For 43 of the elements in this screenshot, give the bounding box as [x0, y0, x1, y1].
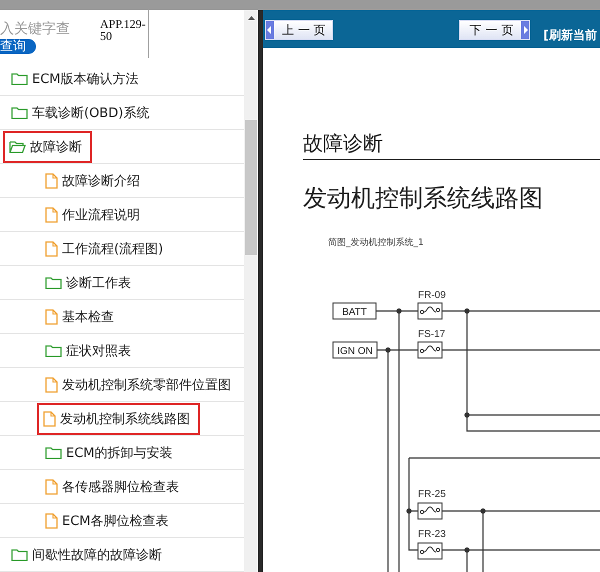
tree-item[interactable]: 发动机控制系统零部件位置图 — [43, 370, 233, 398]
tree-item[interactable]: 各传感器脚位检查表 — [43, 472, 181, 500]
tree-item[interactable]: ECM各脚位检查表 — [43, 506, 171, 534]
tree-item[interactable]: ECM的拆卸与安装 — [43, 438, 175, 466]
fuse-label: FR-09 — [418, 290, 446, 301]
tree-item[interactable]: 车载诊断(OBD)系统 — [9, 98, 152, 126]
document-icon — [45, 308, 58, 324]
fuse-icon — [418, 342, 442, 358]
tree-item[interactable]: 故障诊断介绍 — [43, 166, 142, 194]
previous-page-button[interactable]: 上 一 页 — [265, 20, 333, 40]
tree-item[interactable]: 工作流程(流程图) — [43, 234, 166, 262]
fuse-icon — [418, 542, 442, 560]
fuse-label: FR-23 — [418, 529, 446, 540]
section-heading: 故障诊断 — [303, 130, 600, 160]
fuse-icon — [418, 302, 442, 320]
scrollbar-thumb[interactable] — [245, 120, 257, 255]
search-button[interactable]: 查询 — [0, 39, 36, 54]
tree-item[interactable]: 诊断工作表 — [43, 268, 133, 296]
fuse-icon — [418, 502, 442, 520]
tree-item[interactable]: ECM版本确认方法 — [9, 64, 141, 92]
terminal-label: IGN ON — [332, 342, 378, 358]
refresh-link[interactable]: [刷新当前 — [543, 27, 597, 44]
document-icon — [45, 512, 58, 528]
code-label: APP.129-50 — [100, 10, 149, 58]
tree-item[interactable]: 基本检查 — [43, 302, 116, 330]
tree-item[interactable]: 间歇性故障的故障诊断 — [9, 540, 164, 568]
tree-item[interactable]: 故障诊断 — [5, 132, 90, 160]
document-icon — [43, 410, 56, 426]
document-icon — [45, 478, 58, 494]
document-icon — [45, 206, 58, 222]
document-icon — [45, 240, 58, 256]
page-title: 发动机控制系统线路图 — [303, 183, 544, 214]
diagram-caption: 简图_发动机控制系统_1 — [328, 236, 425, 249]
next-page-button[interactable]: 下 一 页 — [458, 20, 530, 40]
fuse-label: FR-25 — [418, 489, 446, 500]
fuse-label: FS-17 — [418, 329, 446, 340]
document-icon — [45, 172, 58, 188]
document-icon — [45, 376, 58, 392]
tree-item[interactable]: 发动机控制系统线路图 — [39, 404, 198, 432]
tree-item[interactable]: 症状对照表 — [43, 336, 133, 364]
scroll-up-icon[interactable] — [248, 16, 254, 20]
terminal-label: BATT — [332, 302, 376, 320]
tree-item[interactable]: 作业流程说明 — [43, 200, 142, 228]
